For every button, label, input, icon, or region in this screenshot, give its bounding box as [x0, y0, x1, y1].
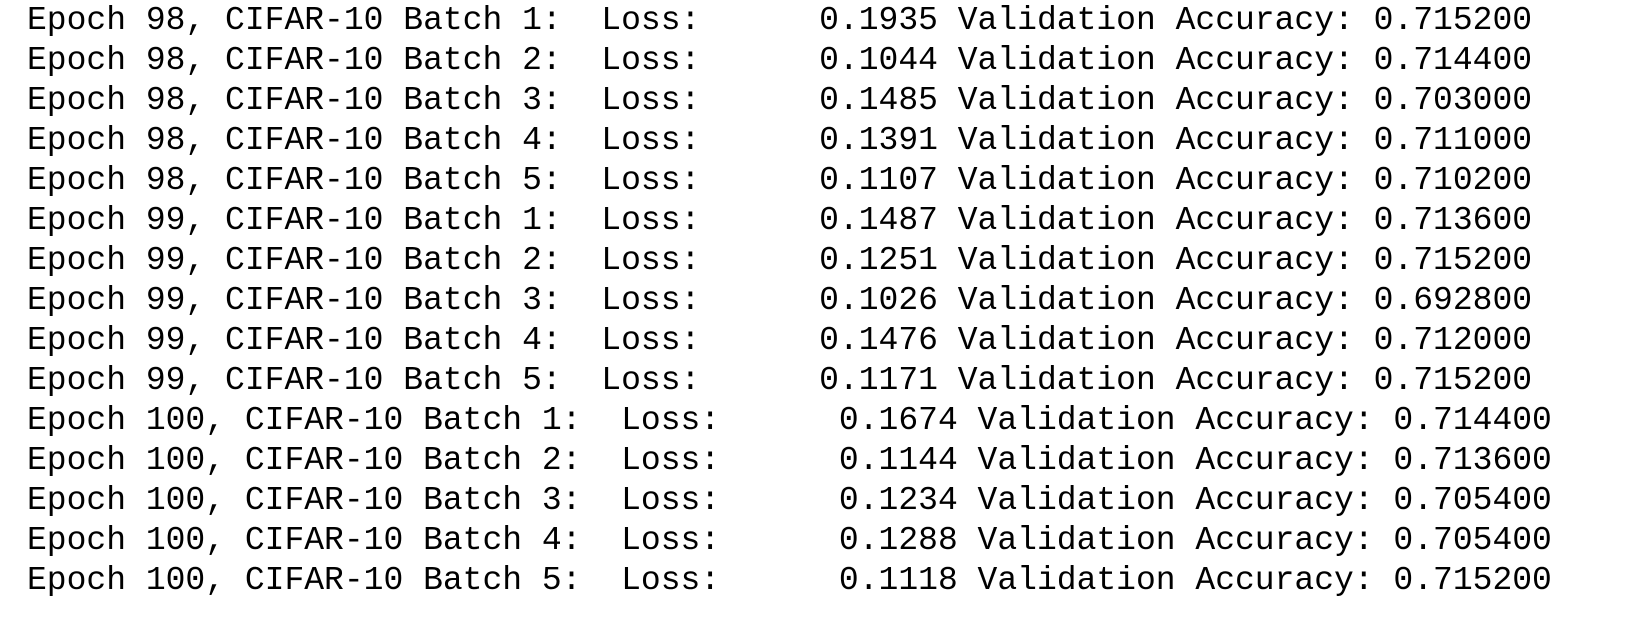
log-line-epoch-98-batch-1: Epoch 98, CIFAR-10 Batch 1: Loss: 0.1935…: [27, 2, 1533, 39]
log-line-epoch-99-batch-4: Epoch 99, CIFAR-10 Batch 4: Loss: 0.1476…: [27, 322, 1533, 359]
log-line-epoch-99-batch-2: Epoch 99, CIFAR-10 Batch 2: Loss: 0.1251…: [27, 242, 1533, 279]
log-line-epoch-100-batch-5: Epoch 100, CIFAR-10 Batch 5: Loss: 0.111…: [27, 562, 1552, 599]
log-line-epoch-99-batch-5: Epoch 99, CIFAR-10 Batch 5: Loss: 0.1171…: [27, 362, 1533, 399]
log-line-epoch-98-batch-2: Epoch 98, CIFAR-10 Batch 2: Loss: 0.1044…: [27, 42, 1533, 79]
log-line-epoch-100-batch-2: Epoch 100, CIFAR-10 Batch 2: Loss: 0.114…: [27, 442, 1552, 479]
log-line-epoch-100-batch-3: Epoch 100, CIFAR-10 Batch 3: Loss: 0.123…: [27, 482, 1552, 519]
log-line-epoch-99-batch-1: Epoch 99, CIFAR-10 Batch 1: Loss: 0.1487…: [27, 202, 1533, 239]
training-log-output: Epoch 98, CIFAR-10 Batch 1: Loss: 0.1935…: [0, 0, 1648, 634]
log-line-epoch-100-batch-1: Epoch 100, CIFAR-10 Batch 1: Loss: 0.167…: [27, 402, 1552, 439]
log-line-epoch-99-batch-3: Epoch 99, CIFAR-10 Batch 3: Loss: 0.1026…: [27, 282, 1533, 319]
log-line-epoch-98-batch-5: Epoch 98, CIFAR-10 Batch 5: Loss: 0.1107…: [27, 162, 1533, 199]
log-line-epoch-100-batch-4: Epoch 100, CIFAR-10 Batch 4: Loss: 0.128…: [27, 522, 1552, 559]
log-line-epoch-98-batch-4: Epoch 98, CIFAR-10 Batch 4: Loss: 0.1391…: [27, 122, 1533, 159]
log-line-epoch-98-batch-3: Epoch 98, CIFAR-10 Batch 3: Loss: 0.1485…: [27, 82, 1533, 119]
